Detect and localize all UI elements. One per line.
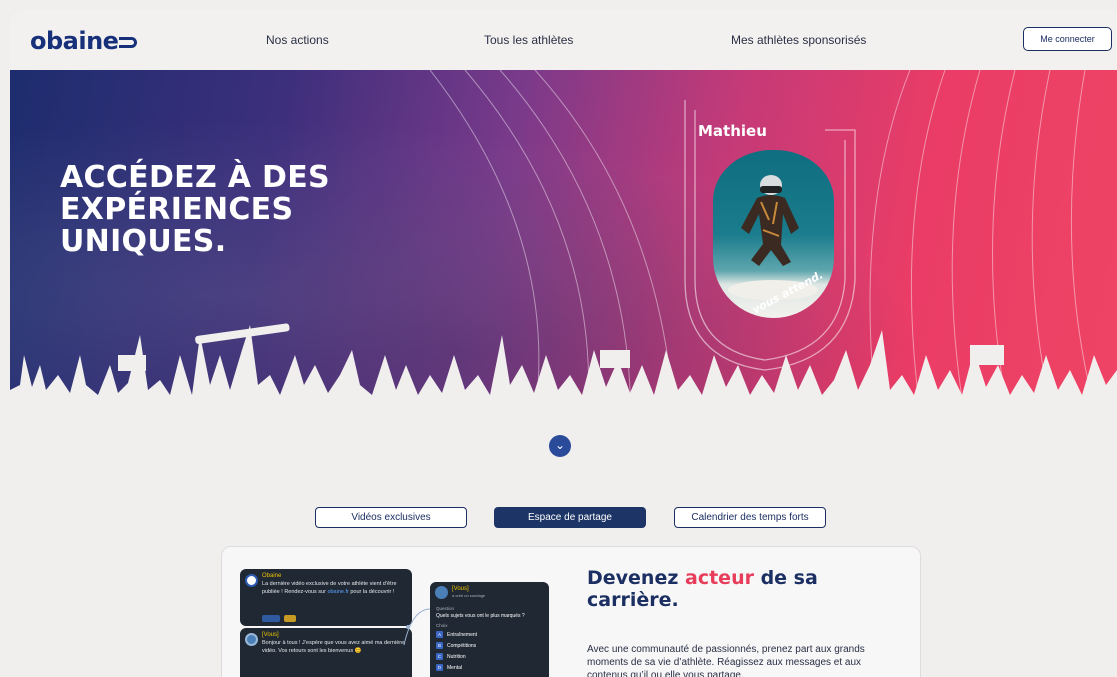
feature-description: Avec une communauté de passionnés, prene… <box>587 644 865 677</box>
avatar <box>245 633 258 646</box>
tab-espace-de-partage[interactable]: Espace de partage <box>494 507 646 528</box>
tab-videos-exclusives[interactable]: Vidéos exclusives <box>315 507 467 528</box>
reaction-badge <box>262 615 280 622</box>
chat-message-text: Bonjour à tous ! J’espère que vous avez … <box>262 640 405 654</box>
chat-author: [Vous] <box>262 632 279 638</box>
reaction-badge <box>284 615 296 622</box>
nav-link-nos-actions[interactable]: Nos actions <box>266 33 329 47</box>
login-button[interactable]: Me connecter <box>1023 27 1112 51</box>
crowd-silhouette <box>10 323 1117 445</box>
poll-option[interactable]: B Compétitions <box>436 642 476 649</box>
poll-choices-label: Choix <box>436 623 448 628</box>
poll-question: Quels sujets vous ont le plus marqués ? <box>436 613 525 619</box>
feature-card: Obaine La dernière vidéo exclusive de vo… <box>221 546 921 677</box>
athlete-name: Mathieu <box>698 122 767 140</box>
nav-link-mes-athletes-sponsorises[interactable]: Mes athlètes sponsorisés <box>731 33 866 47</box>
feature-title: Devenez acteur de sa carrière. <box>587 567 818 611</box>
obaine-logo[interactable]: obaine <box>30 27 138 55</box>
poll-question-label: Question <box>436 606 455 611</box>
avatar <box>435 586 448 599</box>
poll-option[interactable]: D Mental <box>436 664 462 671</box>
poll-author: [Vous] <box>452 586 469 592</box>
poll-option[interactable]: C Nutrition <box>436 653 466 660</box>
poll-card: [Vous] a créé un sondage Question Quels … <box>430 582 549 677</box>
chat-author: Obaine <box>262 573 282 579</box>
chat-message-text: La dernière vidéo exclusive de votre ath… <box>262 581 397 595</box>
poll-meta: a créé un sondage <box>452 593 486 598</box>
top-nav: obaine Nos actions Tous les athlètes Mes… <box>10 10 1117 70</box>
chevron-double-down-icon[interactable]: ⌄ <box>549 435 571 457</box>
poll-option[interactable]: A Entraînement <box>436 631 477 638</box>
nav-link-tous-les-athletes[interactable]: Tous les athlètes <box>484 33 573 47</box>
tab-calendrier-des-temps-forts[interactable]: Calendrier des temps forts <box>674 507 826 528</box>
chat-message-2: [Vous] Bonjour à tous ! J’espère que vou… <box>240 628 412 677</box>
connector-line <box>403 608 431 646</box>
hero-banner: ACCÉDEZ À DES EXPÉRIENCES UNIQUES. Mathi… <box>10 70 1117 445</box>
hero-headline: ACCÉDEZ À DES EXPÉRIENCES UNIQUES. <box>60 160 330 259</box>
chat-message-1: Obaine La dernière vidéo exclusive de vo… <box>240 569 412 626</box>
avatar <box>245 574 258 587</box>
